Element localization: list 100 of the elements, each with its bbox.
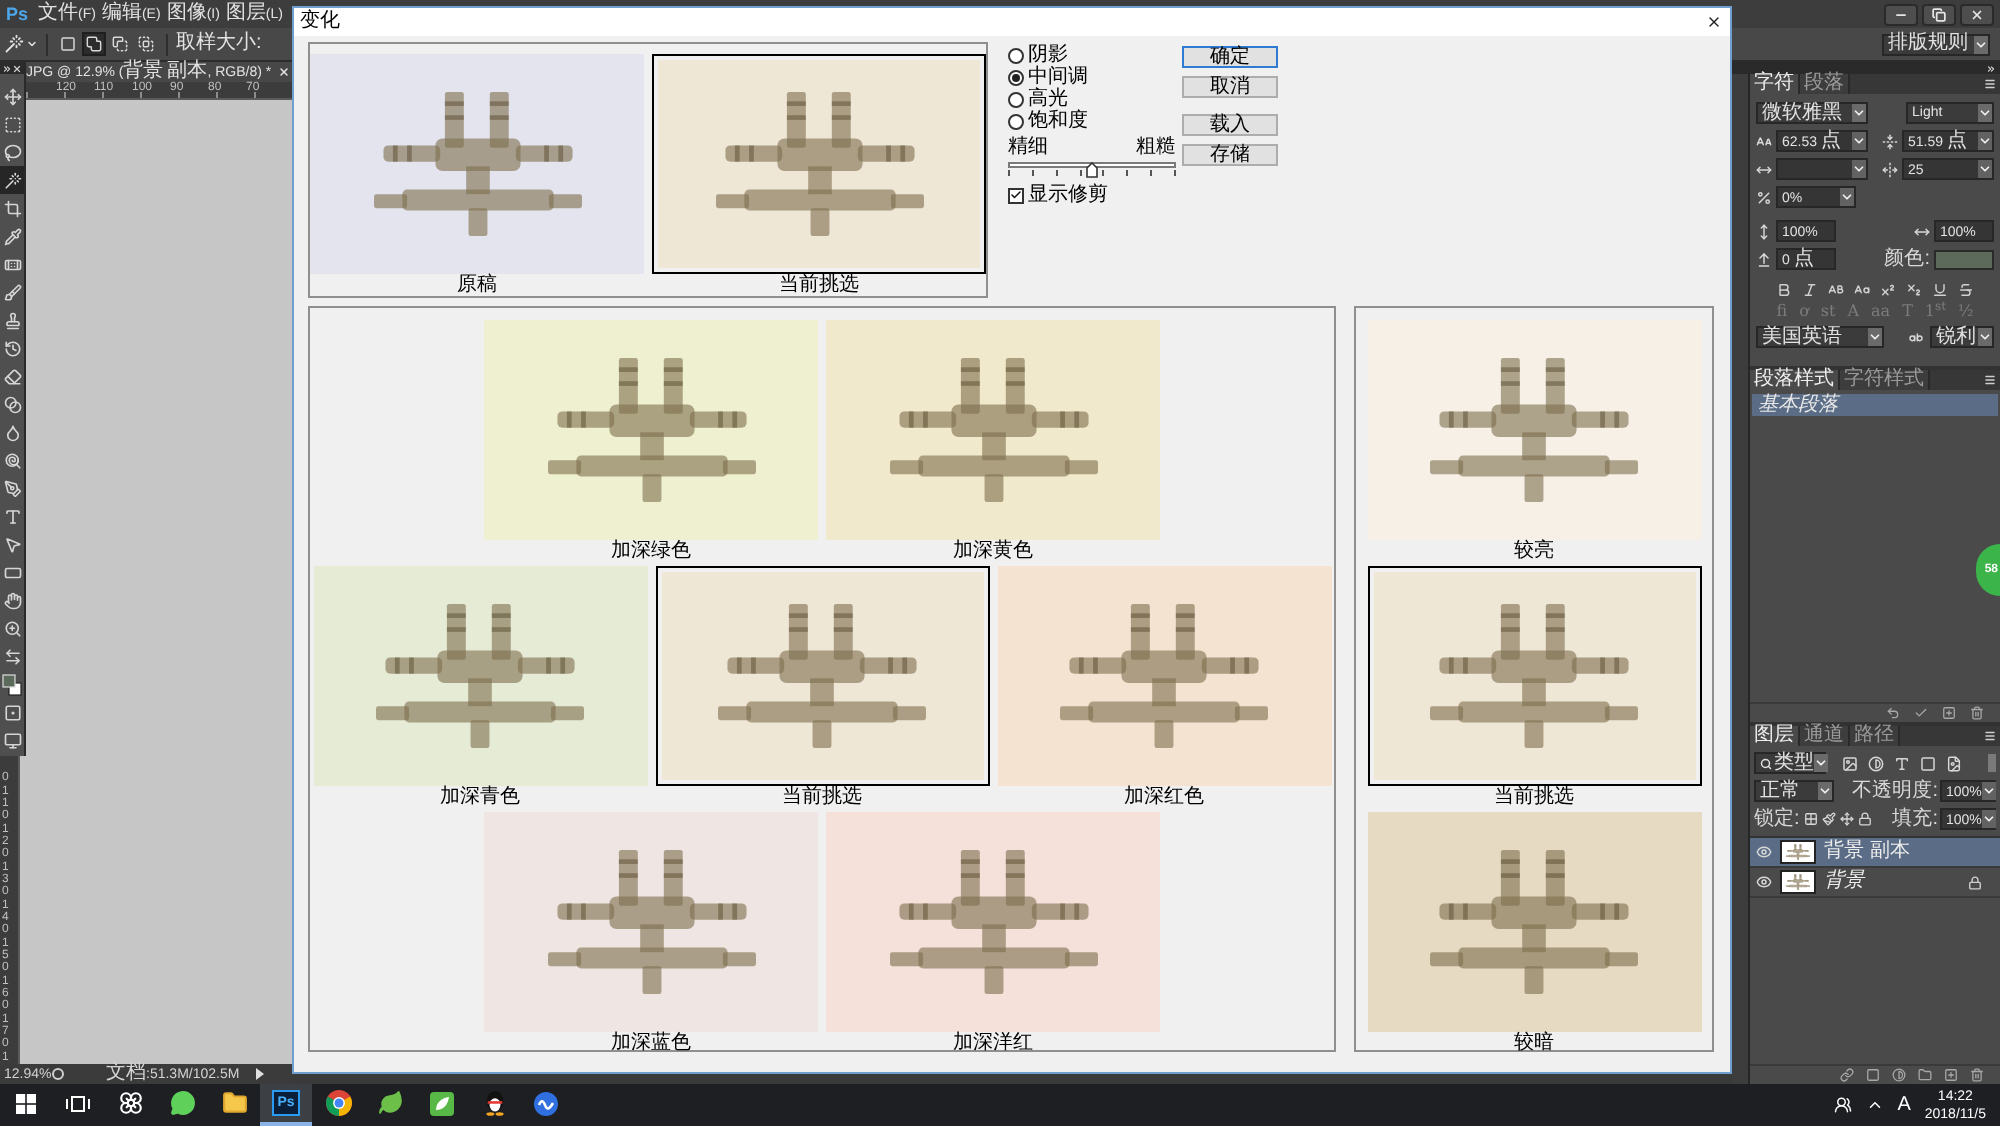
eye-icon[interactable] bbox=[1756, 874, 1772, 890]
collapse-icon[interactable] bbox=[1986, 63, 1996, 73]
dialog-button[interactable]: 确定 bbox=[1182, 46, 1278, 68]
slider-max-label: 粗糙 bbox=[1136, 138, 1176, 158]
monitor-icon bbox=[3, 731, 21, 749]
font-family-dropdown[interactable]: 微软雅黑 bbox=[1756, 102, 1868, 124]
bold-letter-icon[interactable] bbox=[1776, 282, 1792, 298]
radio-option[interactable]: 阴影 bbox=[1008, 44, 1176, 66]
type-icon bbox=[3, 507, 21, 525]
square-plus-icon[interactable] bbox=[1944, 1068, 1958, 1082]
restore-button[interactable] bbox=[1922, 3, 1956, 25]
input-mode-indicator[interactable]: A bbox=[1897, 1095, 1911, 1115]
dialog-button[interactable]: 取消 bbox=[1182, 76, 1278, 98]
squares-subtract-icon bbox=[112, 36, 128, 52]
layer-row[interactable]: 背景 bbox=[1750, 868, 2000, 898]
grid-icon[interactable] bbox=[1803, 812, 1818, 826]
caret-icon bbox=[1981, 782, 1996, 800]
checkbox-option[interactable]: 显示修剪 bbox=[1008, 184, 1176, 206]
minimize-button[interactable] bbox=[1884, 3, 1918, 25]
slider-track[interactable] bbox=[1008, 160, 1176, 178]
panel-menu-icon[interactable] bbox=[1984, 78, 1996, 90]
panel-tab[interactable]: 路径 bbox=[1850, 726, 1900, 746]
subscript-icon[interactable] bbox=[1906, 282, 1922, 298]
undo-arrow-icon[interactable] bbox=[1886, 706, 1900, 720]
eraser-icon bbox=[3, 367, 21, 385]
opacity-label: 不透明度: bbox=[1852, 781, 1938, 801]
square-icon[interactable] bbox=[1866, 1068, 1880, 1082]
type-icon[interactable] bbox=[1894, 755, 1910, 771]
strikethrough-icon[interactable] bbox=[1958, 282, 1974, 298]
chevron-up-icon[interactable] bbox=[1865, 1096, 1884, 1114]
folder-icon[interactable] bbox=[1918, 1068, 1932, 1082]
dialog-button[interactable]: 载入 bbox=[1182, 114, 1278, 136]
tool-button[interactable] bbox=[0, 166, 24, 194]
style-list-item[interactable]: 基本段落 bbox=[1752, 394, 1998, 416]
lock-icon[interactable] bbox=[1857, 812, 1872, 826]
magic-wand-icon bbox=[3, 171, 21, 189]
panel-menu-icon[interactable] bbox=[1984, 730, 1996, 742]
close-button[interactable] bbox=[1960, 3, 1994, 25]
close-icon[interactable] bbox=[1706, 14, 1722, 30]
mixed-case-letters-icon[interactable] bbox=[1854, 282, 1870, 298]
status-circle-icon[interactable] bbox=[52, 1068, 64, 1080]
uppercase-letters-icon[interactable] bbox=[1828, 282, 1844, 298]
image-icon[interactable] bbox=[1842, 755, 1858, 771]
panel-tab[interactable]: 通道 bbox=[1800, 726, 1850, 746]
superscript-icon[interactable] bbox=[1880, 282, 1896, 298]
panel-menu-icon[interactable] bbox=[1984, 374, 1996, 386]
expand-icon[interactable] bbox=[2, 63, 12, 73]
trash-icon[interactable] bbox=[1970, 1068, 1984, 1082]
selection-mode-button[interactable] bbox=[134, 32, 158, 56]
selection-mode-button[interactable] bbox=[108, 32, 132, 56]
radio-option[interactable]: 饱和度 bbox=[1008, 110, 1176, 132]
photo-placeholder[interactable] bbox=[652, 54, 986, 274]
radio-option[interactable]: 高光 bbox=[1008, 88, 1176, 110]
layer-name: 背景 bbox=[1824, 872, 1864, 892]
antialias-dropdown[interactable]: 锐利 bbox=[1930, 326, 1994, 348]
photo-placeholder[interactable] bbox=[655, 566, 989, 786]
checkmark-icon[interactable] bbox=[1914, 706, 1928, 720]
kerning-field[interactable] bbox=[1776, 158, 1868, 180]
panel-tab[interactable]: 段落样式 bbox=[1750, 370, 1840, 390]
color-swatch[interactable] bbox=[1934, 249, 1994, 269]
blend-mode-dropdown[interactable]: 正常 bbox=[1754, 780, 1834, 802]
squares-intersect-icon bbox=[138, 36, 154, 52]
percent-icon bbox=[1756, 189, 1772, 205]
workspace-dropdown[interactable]: 排版规则 bbox=[1882, 33, 1990, 55]
underline-icon[interactable] bbox=[1932, 282, 1948, 298]
eye-icon[interactable] bbox=[1756, 844, 1772, 860]
half-circle-icon[interactable] bbox=[1892, 1068, 1906, 1082]
layer-row[interactable]: 背景 副本 bbox=[1750, 838, 2000, 868]
brush-icon[interactable] bbox=[1821, 812, 1836, 826]
triangle-right-icon[interactable] bbox=[256, 1068, 264, 1080]
people-icon[interactable] bbox=[1833, 1096, 1852, 1114]
square-plus-icon[interactable] bbox=[1942, 706, 1956, 720]
move-icon[interactable] bbox=[1839, 812, 1854, 826]
lowercase-letters-icon bbox=[1908, 329, 1924, 345]
caret-icon bbox=[1981, 810, 1996, 828]
filter-toggle[interactable] bbox=[1988, 754, 1996, 772]
language-dropdown[interactable]: 美国英语 bbox=[1756, 326, 1884, 348]
tool-preset-picker[interactable] bbox=[4, 34, 38, 54]
italic-letter-icon[interactable] bbox=[1802, 282, 1818, 298]
tool-button[interactable] bbox=[0, 670, 24, 698]
link-icon[interactable] bbox=[1840, 1068, 1854, 1082]
photo-placeholder[interactable] bbox=[1367, 566, 1701, 786]
dashed-square-icon bbox=[3, 115, 21, 133]
panel-tab[interactable]: 段落 bbox=[1800, 74, 1850, 94]
dialog-button[interactable]: 存储 bbox=[1182, 144, 1278, 166]
square-icon[interactable] bbox=[1920, 755, 1936, 771]
leaf-icon bbox=[377, 1090, 403, 1116]
panel-tab[interactable]: 字符样式 bbox=[1840, 370, 1930, 390]
radio-option[interactable]: 中间调 bbox=[1008, 66, 1176, 88]
slider-thumb[interactable] bbox=[1086, 162, 1098, 178]
file-image-icon[interactable] bbox=[1946, 755, 1962, 771]
panel-tab[interactable]: 字符 bbox=[1750, 74, 1800, 94]
half-circle-icon[interactable] bbox=[1868, 755, 1884, 771]
trash-icon[interactable] bbox=[1970, 706, 1984, 720]
segmented-circle-icon bbox=[325, 1090, 351, 1116]
panel-tab[interactable]: 图层 bbox=[1750, 726, 1800, 746]
thumbnail-label: 当前挑选 bbox=[1494, 788, 1574, 808]
flower-icon bbox=[117, 1090, 143, 1116]
layer-filter-dropdown[interactable]: 类型 bbox=[1754, 752, 1826, 774]
selection-mode-button[interactable] bbox=[82, 32, 106, 56]
